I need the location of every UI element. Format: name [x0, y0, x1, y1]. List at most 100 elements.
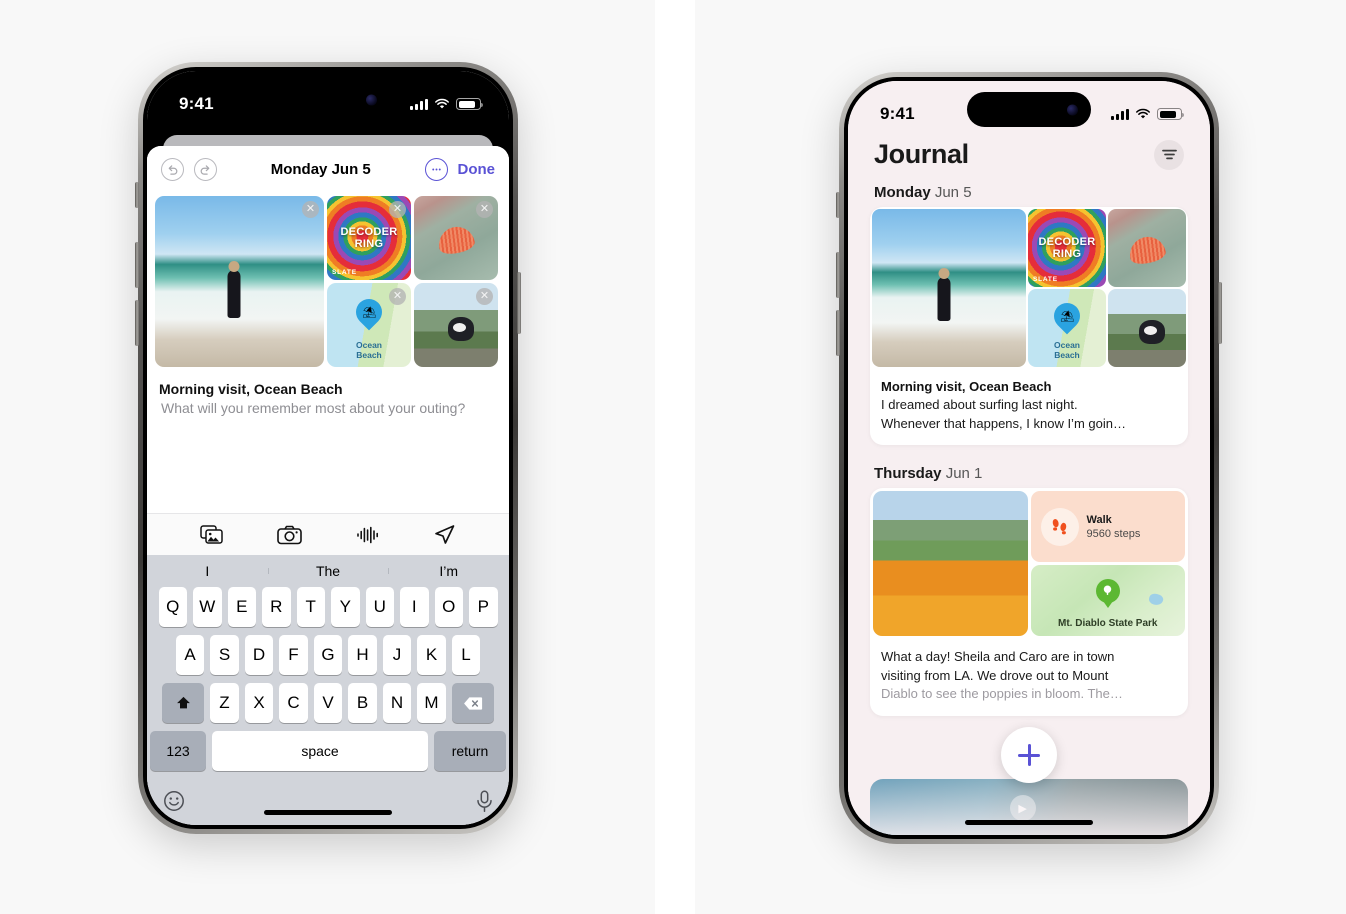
entry-text-area[interactable]: Morning visit, Ocean Beach What will you… — [147, 367, 509, 513]
home-indicator[interactable] — [264, 810, 392, 815]
dictation-microphone-icon[interactable] — [476, 790, 493, 813]
location-arrow-icon[interactable] — [433, 524, 456, 546]
podcast-brand: SLATE — [1033, 276, 1058, 283]
volume-up-button[interactable] — [135, 242, 139, 288]
screenshot-stage: 9:41 Monday Jun 5 Done ✕ DECODER RING SL… — [0, 0, 1346, 914]
filter-button[interactable] — [1154, 139, 1184, 170]
camera-icon[interactable] — [277, 525, 303, 545]
key-l[interactable]: L — [451, 635, 481, 675]
play-button[interactable]: ▶ — [1009, 795, 1036, 822]
entry-media-grid: DECODER RING SLATE ⛱ Ocean Beach — [870, 207, 1188, 369]
walk-widget-text: Walk 9560 steps — [1087, 513, 1141, 542]
attachment-ocean-beach-map[interactable]: ⛱ Ocean Beach ✕ — [327, 283, 411, 367]
ellipsis-icon — [431, 168, 441, 170]
podcast-brand: SLATE — [332, 269, 357, 276]
key-q[interactable]: Q — [158, 587, 187, 627]
space-key[interactable]: space — [212, 731, 428, 771]
media-seashell-photo[interactable] — [1108, 209, 1186, 287]
entry-text-thursday: What a day! Sheila and Caro are in town … — [870, 639, 1188, 715]
key-y[interactable]: Y — [331, 587, 360, 627]
home-indicator[interactable] — [965, 820, 1093, 825]
key-g[interactable]: G — [313, 635, 343, 675]
entry-editor-sheet: Monday Jun 5 Done ✕ DECODER RING SLATE ✕… — [147, 146, 509, 825]
volume-up-button[interactable] — [836, 252, 840, 298]
podcast-title-line2: RING — [354, 238, 384, 250]
remove-attachment-button[interactable]: ✕ — [389, 201, 406, 218]
remove-attachment-button[interactable]: ✕ — [476, 288, 493, 305]
key-t[interactable]: T — [296, 587, 325, 627]
numbers-key[interactable]: 123 — [150, 731, 206, 771]
return-key[interactable]: return — [434, 731, 506, 771]
remove-attachment-button[interactable]: ✕ — [302, 201, 319, 218]
key-o[interactable]: O — [434, 587, 463, 627]
key-b[interactable]: B — [348, 683, 377, 723]
done-button[interactable]: Done — [458, 161, 496, 178]
shift-key[interactable] — [162, 683, 205, 723]
entry-body-placeholder[interactable]: What will you remember most about your o… — [159, 399, 497, 418]
key-x[interactable]: X — [244, 683, 274, 723]
right-panel: 9:41 Journal Monday Jun 5 DECODER RING S… — [695, 0, 1346, 914]
prediction-2[interactable]: The — [267, 563, 389, 579]
key-s[interactable]: S — [210, 635, 239, 675]
journal-app: 9:41 Journal Monday Jun 5 DECODER RING S… — [848, 81, 1210, 835]
key-m[interactable]: M — [417, 683, 446, 723]
plus-icon — [1018, 744, 1040, 766]
attachment-seashell-photo[interactable]: ✕ — [414, 196, 498, 280]
media-dog-photo[interactable] — [1108, 289, 1186, 367]
silence-switch[interactable] — [836, 192, 840, 218]
key-d[interactable]: D — [244, 635, 274, 675]
key-h[interactable]: H — [348, 635, 377, 675]
redo-button[interactable] — [194, 157, 217, 181]
key-r[interactable]: R — [262, 587, 291, 627]
remove-attachment-button[interactable]: ✕ — [389, 288, 406, 305]
new-entry-button[interactable] — [1001, 727, 1057, 783]
attachment-dog-photo[interactable]: ✕ — [414, 283, 498, 367]
power-button[interactable] — [517, 272, 521, 334]
key-n[interactable]: N — [382, 683, 412, 723]
key-e[interactable]: E — [227, 587, 256, 627]
photos-icon[interactable] — [200, 524, 224, 545]
key-u[interactable]: U — [365, 587, 394, 627]
undo-button[interactable] — [161, 157, 184, 181]
remove-attachment-button[interactable]: ✕ — [476, 201, 493, 218]
key-v[interactable]: V — [313, 683, 343, 723]
sort-filter-icon — [1161, 149, 1177, 160]
prediction-3[interactable]: I’m — [388, 563, 509, 579]
backspace-icon — [463, 696, 482, 710]
more-options-button[interactable] — [424, 157, 448, 181]
key-w[interactable]: W — [193, 587, 222, 627]
volume-down-button[interactable] — [135, 300, 139, 346]
key-a[interactable]: A — [175, 635, 205, 675]
partial-next-entry[interactable]: ▶ — [870, 779, 1188, 835]
attachment-decoder-ring-podcast[interactable]: DECODER RING SLATE ✕ — [327, 196, 411, 280]
media-poppy-field-photo[interactable] — [873, 491, 1028, 637]
key-i[interactable]: I — [400, 587, 429, 627]
audio-waveform-icon[interactable] — [356, 525, 380, 545]
journal-entry-card-thursday[interactable]: Walk 9560 steps Mt. Diablo State Park Wh… — [870, 488, 1188, 716]
prediction-1[interactable]: I — [147, 563, 268, 579]
key-j[interactable]: J — [382, 635, 412, 675]
media-ocean-beach-map[interactable]: ⛱ Ocean Beach — [1028, 289, 1106, 367]
entry-line-1: What a day! Sheila and Caro are in town — [881, 649, 1115, 665]
editor-navbar: Monday Jun 5 Done — [147, 146, 509, 192]
silence-switch[interactable] — [135, 182, 139, 208]
key-f[interactable]: F — [279, 635, 308, 675]
volume-down-button[interactable] — [836, 310, 840, 356]
entry-text-monday: Morning visit, Ocean Beach I dreamed abo… — [870, 369, 1188, 445]
key-k[interactable]: K — [417, 635, 446, 675]
emoji-key-icon[interactable] — [163, 790, 185, 812]
walk-widget[interactable]: Walk 9560 steps — [1030, 491, 1185, 563]
location-widget[interactable]: Mt. Diablo State Park — [1030, 565, 1185, 637]
journal-entry-card-monday[interactable]: DECODER RING SLATE ⛱ Ocean Beach Morning… — [870, 207, 1188, 446]
attachment-surfer-photo[interactable]: ✕ — [155, 196, 324, 367]
key-z[interactable]: Z — [210, 683, 239, 723]
media-surfer-photo[interactable] — [872, 209, 1026, 367]
media-decoder-ring-podcast[interactable]: DECODER RING SLATE — [1028, 209, 1106, 287]
backspace-key[interactable] — [451, 683, 494, 723]
key-c[interactable]: C — [279, 683, 308, 723]
wifi-icon — [1136, 108, 1150, 119]
key-p[interactable]: P — [469, 587, 498, 627]
power-button[interactable] — [1218, 282, 1222, 344]
on-screen-keyboard: I The I’m Q W E R T Y U I O P A S D F G … — [147, 555, 509, 825]
battery-icon — [1157, 108, 1184, 120]
